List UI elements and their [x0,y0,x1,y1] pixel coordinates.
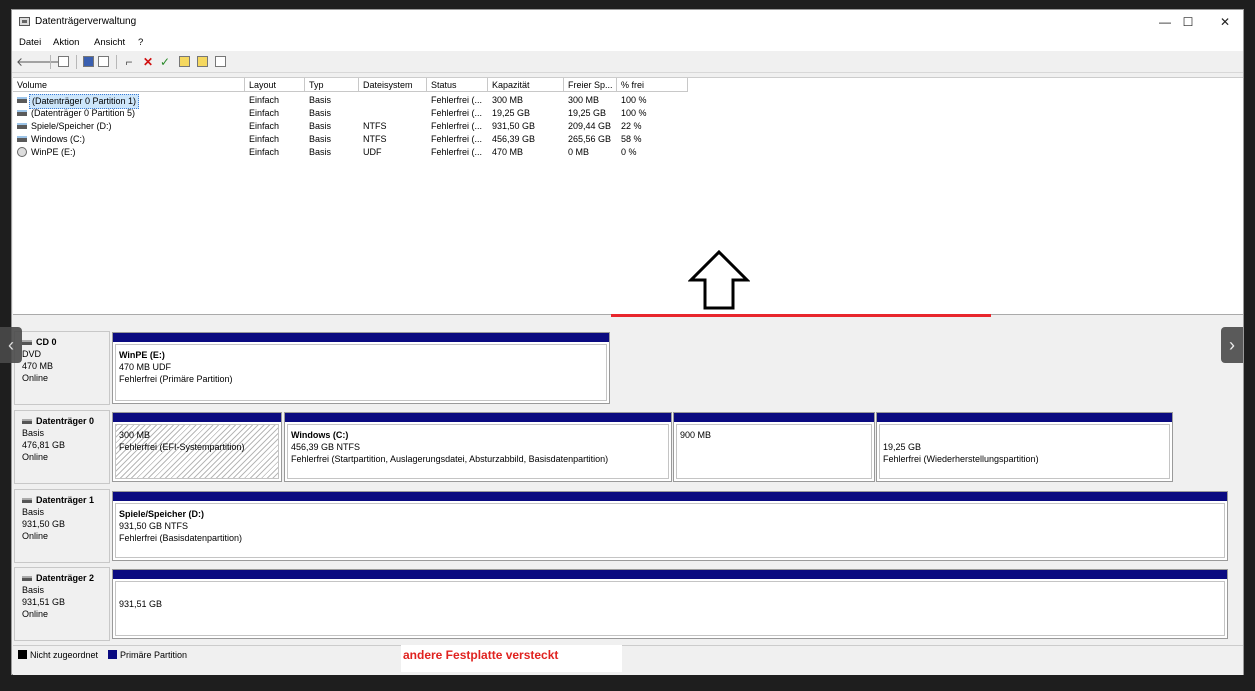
help-icon[interactable] [83,56,94,67]
column-dateisystem[interactable]: Dateisystem [359,78,427,92]
table-row[interactable]: Windows (C:) Einfach Basis NTFS Fehlerfr… [13,133,1243,146]
column-prozent-frei[interactable]: % frei [617,78,688,92]
legend: Nicht zugeordnet Primäre Partition [13,645,1243,663]
volume-icon [17,123,27,129]
forward-arrow-icon[interactable]: 🡒 [32,55,64,69]
primary-swatch [108,650,117,659]
close-button[interactable]: ✕ [1205,10,1245,34]
partition-efi[interactable]: 300 MB Fehlerfrei (EFI-Systempartition) [112,412,282,482]
settings-list-icon[interactable] [215,56,226,67]
disk-management-icon [19,17,30,26]
disk-label-disk2[interactable]: Datenträger 2 Basis 931,51 GB Online [14,567,110,641]
cd-drive-icon [17,147,27,157]
check-icon[interactable]: ✓ [159,55,171,69]
volume-icon [17,136,27,142]
folder-up-icon[interactable] [179,56,190,67]
title-bar: Datenträgerverwaltung — ☐ ✕ [12,10,1243,34]
back-arrow-icon[interactable]: 🡐 [16,55,48,69]
table-row[interactable]: Spiele/Speicher (D:) Einfach Basis NTFS … [13,120,1243,133]
menu-ansicht[interactable]: Ansicht [94,37,125,48]
folder-search-icon[interactable] [197,56,208,67]
disk-label-cd0[interactable]: CD 0 DVD 470 MB Online [14,331,110,405]
legend-primary: Primäre Partition [120,650,188,660]
delete-icon[interactable]: ✕ [142,55,154,69]
window-title: Datenträgerverwaltung [35,16,137,27]
partition-windows-c[interactable]: Windows (C:) 456,39 GB NTFS Fehlerfrei (… [284,412,672,482]
table-row[interactable]: WinPE (E:) Einfach Basis UDF Fehlerfrei … [13,146,1243,159]
toolbar: 🡐 🡒 ⌐ ✕ ✓ [12,51,1243,73]
list-view-icon[interactable] [98,56,109,67]
previous-image-button[interactable]: ‹ [0,327,22,363]
disk-label-disk0[interactable]: Datenträger 0 Basis 476,81 GB Online [14,410,110,484]
menu-aktion[interactable]: Aktion [53,37,79,48]
disk-icon [22,576,32,582]
volume-list: Volume Layout Typ Dateisystem Status Kap… [13,77,1243,315]
disk-label-disk1[interactable]: Datenträger 1 Basis 931,50 GB Online [14,489,110,563]
volume-icon [17,110,27,116]
disk-icon [22,498,32,504]
partition-recovery[interactable]: 19,25 GB Fehlerfrei (Wiederherstellungsp… [876,412,1173,482]
column-layout[interactable]: Layout [245,78,305,92]
cd-drive-icon [22,340,32,346]
connect-icon[interactable]: ⌐ [123,55,135,69]
legend-unallocated: Nicht zugeordnet [30,650,99,660]
menu-help[interactable]: ? [138,37,143,48]
up-arrow-annotation [688,250,750,310]
table-row[interactable]: (Datenträger 0 Partition 5) Einfach Basi… [13,107,1243,120]
partition-900mb[interactable]: 900 MB [673,412,875,482]
volume-icon [17,97,27,103]
next-image-button[interactable]: › [1221,327,1243,363]
partition-spiele-d[interactable]: Spiele/Speicher (D:) 931,50 GB NTFS Fehl… [112,491,1228,561]
menu-datei[interactable]: Datei [19,37,41,48]
column-status[interactable]: Status [427,78,488,92]
column-volume[interactable]: Volume [13,78,245,92]
disk-management-window: Datenträgerverwaltung — ☐ ✕ Datei Aktion… [11,9,1244,675]
column-typ[interactable]: Typ [305,78,359,92]
partition-winpe[interactable]: WinPE (E:) 470 MB UDF Fehlerfrei (Primär… [112,332,610,404]
red-underline-annotation [611,314,991,317]
disk-icon [22,419,32,425]
properties-icon[interactable] [58,56,69,67]
volume-list-header: Volume Layout Typ Dateisystem Status Kap… [13,78,1243,92]
menu-bar: Datei Aktion Ansicht ? [12,34,1243,51]
column-kapazitaet[interactable]: Kapazität [488,78,564,92]
table-row[interactable]: (Datenträger 0 Partition 1) Einfach Basi… [13,94,1243,109]
status-bar [13,663,1243,675]
disk-graph-view: CD 0 DVD 470 MB Online WinPE (E:) 470 MB… [13,320,1243,645]
partition-disk2[interactable]: 931,51 GB [112,569,1228,639]
unallocated-swatch [18,650,27,659]
annotation-note: andere Festplatte versteckt [401,645,622,672]
column-freier-speicher[interactable]: Freier Sp... [564,78,617,92]
maximize-button[interactable]: ☐ [1168,10,1208,34]
